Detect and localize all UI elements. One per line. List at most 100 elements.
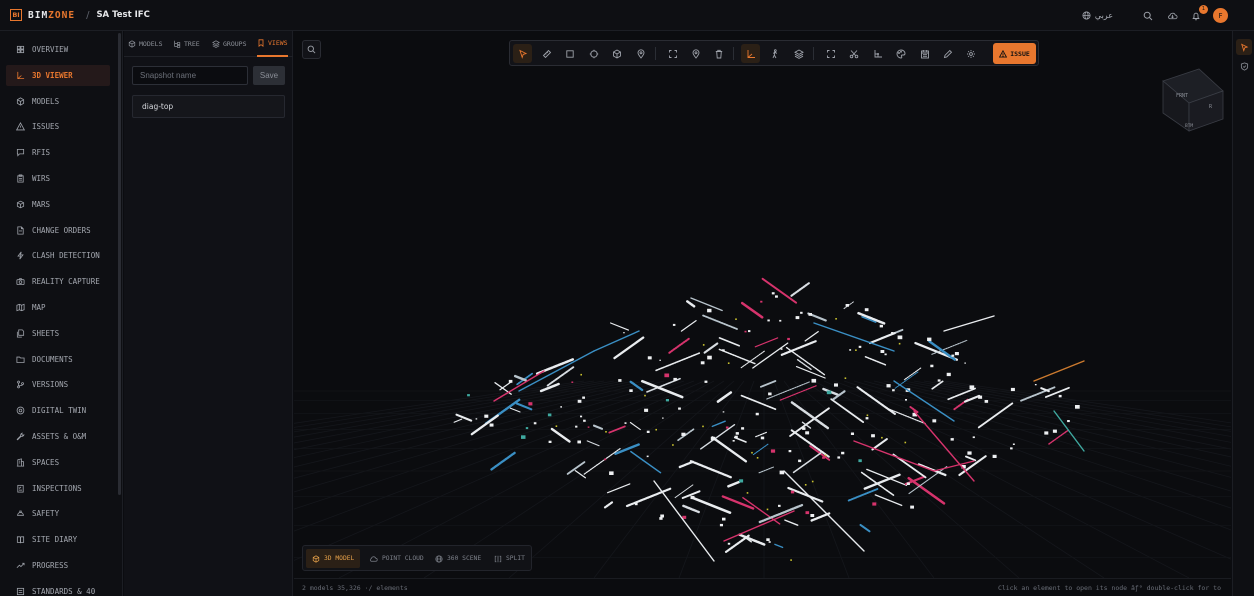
tool-plan-button[interactable] bbox=[868, 44, 887, 63]
pipe-run bbox=[493, 370, 545, 402]
pipe-run bbox=[723, 510, 795, 542]
fitting bbox=[467, 394, 470, 397]
sensor-point bbox=[555, 425, 558, 427]
tool-layers-button[interactable] bbox=[789, 44, 808, 63]
sidebar-item-label: DIGITAL TWIN bbox=[32, 406, 87, 416]
brand-logo[interactable]: BI BIMZONE bbox=[10, 9, 75, 21]
pipe-segment bbox=[857, 311, 886, 325]
sidebar-item-3d-viewer[interactable]: 3D VIEWER bbox=[6, 64, 110, 86]
sidebar-item-rfis[interactable]: RFIS bbox=[6, 142, 110, 163]
view-cube[interactable]: FRNT R BTM bbox=[1159, 67, 1225, 135]
tab-tree[interactable]: TREE bbox=[173, 31, 200, 57]
rail-select-button[interactable] bbox=[1236, 39, 1252, 55]
mode-360-scene[interactable]: 360 SCENE bbox=[429, 549, 487, 568]
layers-icon bbox=[793, 48, 804, 59]
sidebar-item-clash-detection[interactable]: CLASH DETECTION bbox=[6, 245, 110, 266]
sidebar-item-assets-o-m[interactable]: ASSETS & O&M bbox=[6, 426, 110, 447]
tool-calendar-button[interactable] bbox=[915, 44, 934, 63]
tool-settings-button[interactable] bbox=[961, 44, 980, 63]
floor-grid-line bbox=[883, 380, 1231, 458]
toolbar-separator bbox=[813, 47, 814, 60]
project-title[interactable]: SA Test IFC bbox=[96, 10, 149, 20]
fullscreen-icon bbox=[826, 49, 835, 58]
sidebar-item-mars[interactable]: MARS bbox=[6, 194, 110, 215]
tool-axes-button[interactable] bbox=[741, 44, 760, 63]
create-issue-button[interactable]: ISSUE bbox=[993, 43, 1036, 64]
sidebar-item-documents[interactable]: DOCUMENTS bbox=[6, 349, 110, 370]
user-avatar[interactable]: F bbox=[1213, 8, 1228, 23]
sidebar-item-map[interactable]: MAP bbox=[6, 297, 110, 318]
tab-groups[interactable]: GROUPS bbox=[212, 31, 246, 57]
floor-grid-line bbox=[773, 380, 850, 578]
tool-palette-button[interactable] bbox=[891, 44, 910, 63]
sidebar-item-safety[interactable]: SAFETY bbox=[6, 503, 110, 524]
rail-shield-button[interactable] bbox=[1236, 58, 1252, 74]
sidebar-item-digital-twin[interactable]: DIGITAL TWIN bbox=[6, 400, 110, 421]
save-snapshot-button[interactable]: Save bbox=[253, 66, 285, 85]
layers-icon bbox=[212, 40, 220, 48]
pipe-segment bbox=[718, 348, 756, 365]
notifications-button[interactable]: 1 bbox=[1188, 4, 1208, 24]
fitting bbox=[618, 379, 622, 382]
sidebar-item-wirs[interactable]: WIRS bbox=[6, 168, 110, 189]
sidebar-scrollbar[interactable] bbox=[118, 33, 121, 495]
tool-section-box-button[interactable] bbox=[560, 44, 579, 63]
sidebar-item-overview[interactable]: OVERVIEW bbox=[6, 39, 110, 60]
fitting bbox=[548, 440, 552, 443]
tool-pencil-button[interactable] bbox=[938, 44, 957, 63]
folder-icon bbox=[16, 356, 25, 363]
tool-measure-button[interactable] bbox=[537, 44, 556, 63]
pipe-segment bbox=[866, 468, 908, 486]
viewer-search-button[interactable] bbox=[302, 40, 321, 59]
sidebar-item-progress[interactable]: PROGRESS bbox=[6, 555, 110, 576]
fitting bbox=[1010, 447, 1013, 450]
model-scene[interactable] bbox=[294, 31, 1231, 578]
fitting bbox=[741, 427, 745, 430]
sync-button[interactable] bbox=[1164, 8, 1180, 24]
tool-fullscreen-button[interactable] bbox=[821, 44, 840, 63]
tool-delete-button[interactable] bbox=[709, 44, 728, 63]
sidebar-item-site-diary[interactable]: SITE DIARY bbox=[6, 529, 110, 550]
fitting bbox=[992, 454, 997, 458]
fitting bbox=[967, 451, 972, 455]
language-toggle[interactable]: عربي bbox=[1082, 11, 1113, 20]
sidebar-item-label: WIRS bbox=[32, 174, 51, 183]
sidebar-item-standards-40[interactable]: STANDARDS & 40 bbox=[6, 581, 110, 596]
mode-3d-model[interactable]: 3D MODEL bbox=[306, 549, 361, 568]
walk-icon bbox=[772, 48, 777, 58]
fitting bbox=[560, 406, 562, 408]
mode-split[interactable]: SPLIT bbox=[488, 549, 531, 568]
sidebar-item-change-orders[interactable]: CHANGE ORDERS bbox=[6, 220, 110, 241]
tab-models[interactable]: MODELS bbox=[128, 31, 162, 57]
sidebar-item-spaces[interactable]: SPACES bbox=[6, 452, 110, 473]
sidebar-item-issues[interactable]: ISSUES bbox=[6, 116, 110, 137]
3d-viewport[interactable]: ISSUE FRNT R BTM 3D MODEL POINT CLOUD 36… bbox=[294, 31, 1231, 596]
sidebar-item-versions[interactable]: VERSIONS bbox=[6, 374, 110, 395]
mode-point-cloud[interactable]: POINT CLOUD bbox=[363, 549, 430, 568]
tool-fit-button[interactable] bbox=[663, 44, 682, 63]
tool-location-button[interactable] bbox=[686, 44, 705, 63]
sensor-point bbox=[672, 444, 674, 446]
sidebar-item-reality-capture[interactable]: REALITY CAPTURE bbox=[6, 271, 110, 292]
tab-views[interactable]: VIEWS bbox=[257, 31, 288, 57]
fitting bbox=[950, 438, 954, 441]
viewer-toolbar: ISSUE bbox=[509, 40, 1039, 66]
saved-view-item[interactable]: diag-top bbox=[132, 95, 285, 118]
ifc-model[interactable] bbox=[453, 277, 1085, 562]
tool-select-button[interactable] bbox=[513, 44, 532, 63]
sensor-point bbox=[855, 349, 857, 351]
sidebar-item-models[interactable]: MODELS bbox=[6, 91, 110, 112]
sidebar-item-inspections[interactable]: INSPECTIONS bbox=[6, 478, 110, 499]
sidebar-item-sheets[interactable]: SHEETS bbox=[6, 323, 110, 344]
fitting bbox=[583, 419, 586, 422]
search-button[interactable] bbox=[1140, 8, 1156, 24]
tool-target-button[interactable] bbox=[584, 44, 603, 63]
tool-cut-button[interactable] bbox=[844, 44, 863, 63]
pipe-run bbox=[653, 480, 715, 562]
wrench-icon bbox=[16, 432, 25, 441]
pipe-segment bbox=[630, 450, 662, 474]
tool-walk-button[interactable] bbox=[765, 44, 784, 63]
tool-cube-button[interactable] bbox=[607, 44, 626, 63]
tool-pin-button[interactable] bbox=[631, 44, 650, 63]
snapshot-name-input[interactable] bbox=[132, 66, 248, 85]
